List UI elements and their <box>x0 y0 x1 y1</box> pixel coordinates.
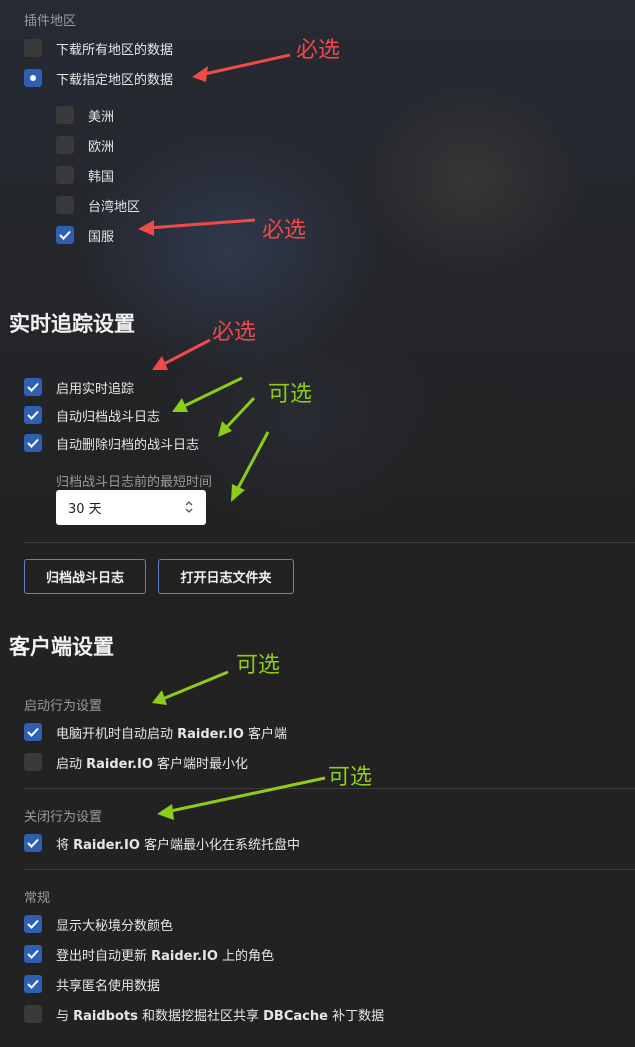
arrow-green-5 <box>157 776 326 820</box>
annotation-arrows <box>138 53 326 820</box>
arrow-red-2 <box>138 218 256 236</box>
annotation-optional: 可选 <box>328 765 373 790</box>
settings-panel: 插件地区 下载所有地区的数据 下载指定地区的数据 美洲 欧洲 韩国 台湾地区 国… <box>0 0 635 1047</box>
arrow-green-1 <box>172 376 243 412</box>
arrow-red-1 <box>192 53 291 82</box>
annotation-optional: 可选 <box>236 653 281 678</box>
arrow-red-3 <box>152 338 211 370</box>
arrow-green-2 <box>218 396 256 437</box>
annotation-required: 必选 <box>296 38 341 63</box>
annotation-required: 必选 <box>212 320 257 345</box>
arrow-green-3 <box>231 431 270 502</box>
arrow-green-4 <box>152 670 229 705</box>
annotation-required: 必选 <box>262 218 307 243</box>
annotation-optional: 可选 <box>268 382 313 407</box>
